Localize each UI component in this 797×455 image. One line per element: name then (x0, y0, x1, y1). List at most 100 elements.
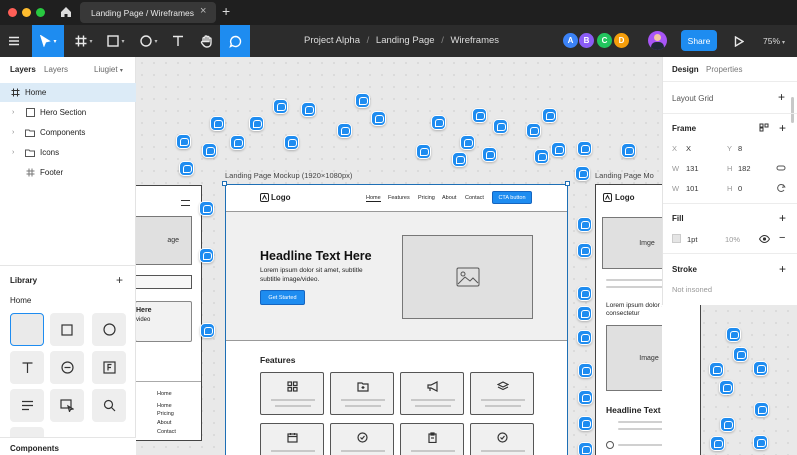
comment-bubble[interactable] (577, 243, 592, 258)
feature-card[interactable] (470, 372, 534, 415)
comment-bubble[interactable] (534, 149, 549, 164)
feature-card[interactable] (330, 423, 394, 455)
comment-bubble[interactable] (301, 102, 316, 117)
cta-button[interactable]: CTA button (492, 191, 532, 204)
comment-bubble[interactable] (578, 442, 593, 455)
library-item-paragraph[interactable] (10, 389, 44, 422)
scrollbar[interactable] (791, 97, 794, 123)
minimize-window-button[interactable] (22, 8, 31, 17)
comment-bubble[interactable] (577, 330, 592, 345)
file-tab[interactable]: Landing Page / Wireframes × (80, 2, 216, 23)
comment-bubble[interactable] (578, 363, 593, 378)
comment-bubble[interactable] (371, 111, 386, 126)
nav-about[interactable]: About (442, 195, 456, 201)
comment-bubble[interactable] (230, 135, 245, 150)
right-frame-label[interactable]: Landing Page Mo (595, 171, 654, 180)
comment-bubble[interactable] (199, 201, 214, 216)
add-stroke-button[interactable]: + (779, 262, 786, 276)
feature-card[interactable] (260, 372, 324, 415)
comment-bubble[interactable] (551, 142, 566, 157)
chevron-right-icon[interactable]: › (12, 129, 14, 136)
hand-tool-button[interactable] (196, 25, 216, 57)
eye-icon[interactable] (759, 235, 770, 243)
fill-swatch[interactable] (672, 234, 681, 243)
width-field[interactable]: 101 (686, 184, 699, 193)
chevron-right-icon[interactable]: › (12, 109, 14, 116)
frame-tool-button[interactable]: ▾ (70, 25, 98, 57)
constraints-icon[interactable] (759, 123, 769, 132)
present-button[interactable] (730, 25, 748, 57)
comment-bubble[interactable] (460, 135, 475, 150)
avatar[interactable]: D (613, 32, 630, 49)
comment-bubble[interactable] (577, 306, 592, 321)
properties-tab[interactable]: Properties (706, 65, 742, 74)
comment-bubble[interactable] (482, 147, 497, 162)
assets-tab[interactable]: Layers (44, 65, 68, 74)
breadcrumb-page[interactable]: Landing Page (376, 35, 435, 46)
remove-fill-button[interactable]: − (779, 232, 785, 244)
width-field[interactable]: 131 (686, 164, 699, 173)
layer-icons[interactable]: › Icons (0, 143, 136, 162)
library-item-image[interactable] (50, 389, 84, 422)
comment-bubble[interactable] (577, 217, 592, 232)
comment-bubble[interactable] (199, 248, 214, 263)
menu-icon[interactable] (4, 25, 24, 57)
fill-value[interactable]: 1pt (687, 235, 697, 244)
comment-bubble[interactable] (337, 123, 352, 138)
main-frame[interactable]: Logo Home Features Pricing About Contact… (225, 184, 568, 455)
user-avatar[interactable] (648, 31, 667, 50)
library-item-text[interactable] (10, 351, 44, 384)
comment-bubble[interactable] (578, 416, 593, 431)
add-fill-button[interactable]: + (779, 211, 786, 225)
feature-card[interactable] (260, 423, 324, 455)
height-field[interactable]: 182 (738, 164, 751, 173)
breadcrumb-file[interactable]: Wireframes (450, 35, 499, 46)
comment-bubble[interactable] (273, 99, 288, 114)
add-frame-button[interactable]: + (779, 121, 786, 135)
library-item-frame-f[interactable] (92, 351, 126, 384)
comment-bubble[interactable] (249, 116, 264, 131)
height-field[interactable]: 0 (738, 184, 742, 193)
layer-footer[interactable]: Footer (0, 163, 136, 182)
selection-handle[interactable] (222, 181, 227, 186)
breadcrumb-project[interactable]: Project Alpha (304, 35, 360, 46)
comment-bubble[interactable] (472, 108, 487, 123)
ellipse-tool-button[interactable]: ▾ (135, 25, 163, 57)
y-field[interactable]: 8 (738, 144, 742, 153)
chevron-right-icon[interactable]: › (12, 149, 14, 156)
nav-home[interactable]: Home (366, 195, 381, 202)
right-frame[interactable]: Logo Imge Lorem ipsum dolor sit amet, co… (595, 184, 662, 455)
footer-link[interactable]: Home (157, 391, 172, 397)
rotate-icon[interactable] (777, 183, 786, 193)
layer-components[interactable]: › Components (0, 123, 136, 142)
comment-bubble[interactable] (577, 141, 592, 156)
comment-bubble[interactable] (719, 380, 734, 395)
footer-link[interactable]: Home (157, 403, 172, 409)
library-item-ellipse[interactable] (92, 313, 126, 346)
maximize-window-button[interactable] (36, 8, 45, 17)
layer-hero-section[interactable]: › Hero Section (0, 103, 136, 122)
avatar[interactable]: B (578, 32, 595, 49)
fill-opacity[interactable]: 10% (725, 235, 740, 244)
comment-bubble[interactable] (210, 116, 225, 131)
library-item-frame[interactable] (10, 313, 44, 346)
footer-link[interactable]: Contact (157, 429, 176, 435)
selection-handle[interactable] (565, 181, 570, 186)
comment-bubble[interactable] (355, 93, 370, 108)
rectangle-tool-button[interactable]: ▾ (102, 25, 130, 57)
close-tab-icon[interactable]: × (200, 5, 206, 17)
link-icon[interactable] (776, 163, 786, 173)
add-layout-grid-button[interactable]: + (778, 90, 785, 104)
left-frame[interactable]: age Here video Home Home Pricing About C… (136, 185, 202, 441)
new-tab-button[interactable]: + (222, 3, 230, 19)
zoom-dropdown[interactable]: 75% ▾ (763, 36, 785, 46)
avatar[interactable]: A (562, 32, 579, 49)
feature-card[interactable] (470, 423, 534, 455)
comment-bubble[interactable] (709, 362, 724, 377)
comment-bubble[interactable] (202, 143, 217, 158)
comment-bubble[interactable] (452, 152, 467, 167)
hamburger-icon[interactable] (181, 200, 190, 206)
library-item-circle-minus[interactable] (50, 351, 84, 384)
comment-bubble[interactable] (176, 134, 191, 149)
canvas[interactable]: age Here video Home Home Pricing About C… (136, 57, 662, 455)
